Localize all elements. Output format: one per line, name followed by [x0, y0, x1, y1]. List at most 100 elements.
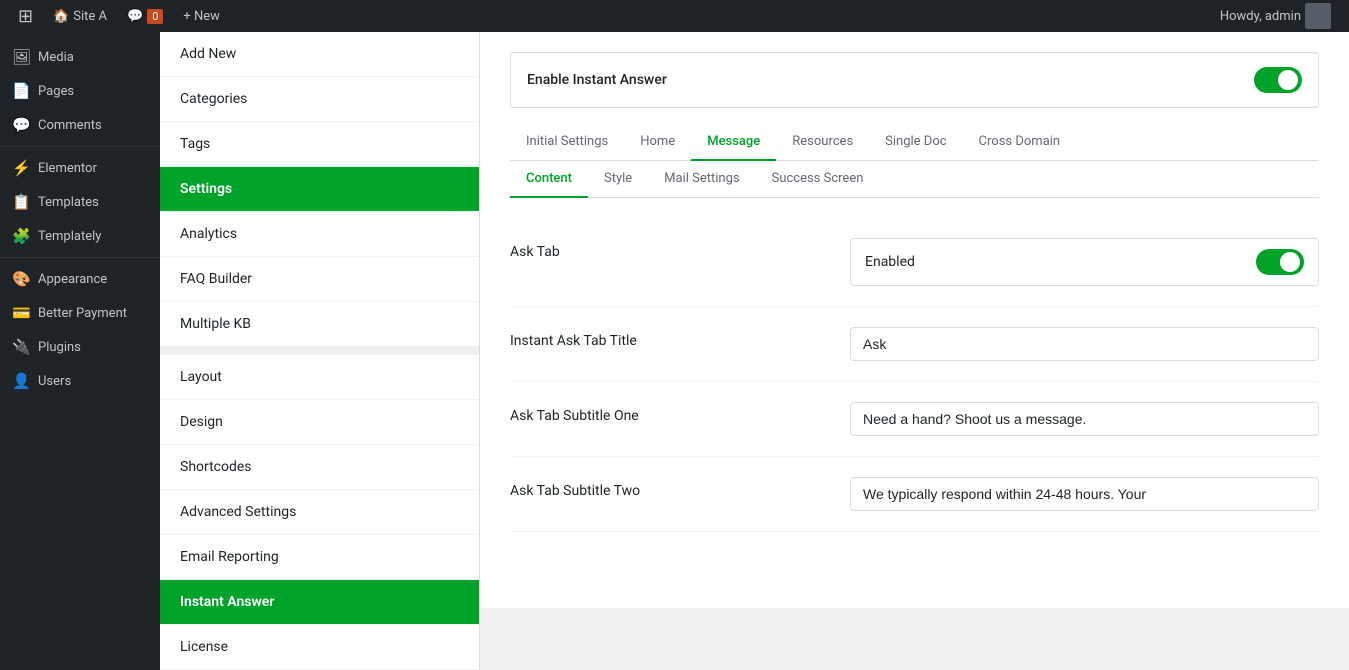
sub-sidebar-email-reporting[interactable]: Email Reporting [160, 535, 479, 580]
sidebar-label-plugins: Plugins [38, 340, 81, 355]
sub-sidebar-add-new[interactable]: Add New [160, 32, 479, 77]
secondary-tabs: Content Style Mail Settings Success Scre… [510, 161, 1319, 198]
enable-instant-answer-toggle[interactable] [1254, 67, 1302, 93]
enable-instant-answer-row: Enable Instant Answer [510, 52, 1319, 108]
plugins-icon: 🔌 [12, 338, 30, 356]
sidebar-label-media: Media [38, 50, 74, 65]
email-reporting-label: Email Reporting [180, 549, 279, 565]
wp-logo-item[interactable]: ⊞ [8, 0, 43, 32]
ask-tab-toggle-slider [1256, 249, 1304, 275]
sidebar-item-appearance[interactable]: 🎨 Appearance [0, 262, 160, 296]
shortcodes-label: Shortcodes [180, 459, 252, 475]
multiple-kb-label: Multiple KB [180, 316, 251, 332]
instant-ask-tab-title-input[interactable] [850, 327, 1319, 361]
ask-tab-enabled-label: Enabled [865, 254, 915, 270]
license-label: License [180, 639, 228, 655]
sub-sidebar-tags[interactable]: Tags [160, 122, 479, 167]
analytics-label: Analytics [180, 226, 237, 242]
avatar [1305, 3, 1331, 29]
tab-initial-settings[interactable]: Initial Settings [510, 124, 624, 161]
sidebar-item-users[interactable]: 👤 Users [0, 364, 160, 398]
sidebar-separator [0, 146, 160, 147]
sidebar-separator-2 [0, 257, 160, 258]
elementor-icon: ⚡ [12, 159, 30, 177]
ask-tab-subtitle-one-label: Ask Tab Subtitle One [510, 402, 850, 424]
sidebar: 🖼 Media 📄 Pages 💬 Comments ⚡ Elementor 📋… [0, 32, 160, 670]
sidebar-item-media[interactable]: 🖼 Media [0, 40, 160, 74]
sidebar-label-users: Users [38, 374, 71, 389]
sidebar-label-elementor: Elementor [38, 161, 97, 176]
ask-tab-subtitle-one-control [850, 402, 1319, 436]
sidebar-item-comments[interactable]: 💬 Comments [0, 108, 160, 142]
new-item[interactable]: + New [173, 0, 230, 32]
ask-tab-row: Ask Tab Enabled [510, 218, 1319, 307]
tab-mail-settings[interactable]: Mail Settings [648, 161, 755, 198]
sidebar-item-plugins[interactable]: 🔌 Plugins [0, 330, 160, 364]
media-icon: 🖼 [12, 48, 30, 66]
sub-sidebar-shortcodes[interactable]: Shortcodes [160, 445, 479, 490]
ask-tab-subtitle-two-control [850, 477, 1319, 511]
ask-tab-subtitle-one-row: Ask Tab Subtitle One [510, 382, 1319, 457]
add-new-label: Add New [180, 46, 236, 62]
instant-ask-tab-title-row: Instant Ask Tab Title [510, 307, 1319, 382]
sub-sidebar: Add New Categories Tags Settings Analyti… [160, 32, 480, 670]
advanced-settings-label: Advanced Settings [180, 504, 296, 520]
comments-item[interactable]: 💬 0 [117, 0, 173, 32]
tab-home[interactable]: Home [624, 124, 691, 161]
site-name: Site A [73, 9, 107, 24]
sub-sidebar-license[interactable]: License [160, 625, 479, 670]
new-label: + New [183, 9, 220, 24]
sidebar-label-pages: Pages [38, 84, 74, 99]
sub-sidebar-design[interactable]: Design [160, 400, 479, 445]
sidebar-item-elementor[interactable]: ⚡ Elementor [0, 151, 160, 185]
faq-builder-label: FAQ Builder [180, 271, 252, 287]
design-label: Design [180, 414, 223, 430]
comment-icon: 💬 [127, 9, 143, 24]
sidebar-item-templates[interactable]: 📋 Templates [0, 185, 160, 219]
sidebar-item-templately[interactable]: 🧩 Templately [0, 219, 160, 253]
sub-sidebar-categories[interactable]: Categories [160, 77, 479, 122]
ask-tab-subtitle-two-label: Ask Tab Subtitle Two [510, 477, 850, 499]
sub-sidebar-faq-builder[interactable]: FAQ Builder [160, 257, 479, 302]
sub-sidebar-layout[interactable]: Layout [160, 355, 479, 400]
sub-sidebar-advanced-settings[interactable]: Advanced Settings [160, 490, 479, 535]
ask-tab-control: Enabled [850, 238, 1319, 286]
toggle-slider [1254, 67, 1302, 93]
main-content: Enable Instant Answer Initial Settings H… [480, 32, 1349, 670]
ask-tab-subtitle-two-input[interactable] [850, 477, 1319, 511]
instant-ask-tab-title-control [850, 327, 1319, 361]
content-area: Enable Instant Answer Initial Settings H… [480, 32, 1349, 608]
better-payment-icon: 💳 [12, 304, 30, 322]
settings-label: Settings [180, 181, 232, 197]
primary-tabs: Initial Settings Home Message Resources … [510, 124, 1319, 161]
tab-resources[interactable]: Resources [776, 124, 869, 161]
appearance-icon: 🎨 [12, 270, 30, 288]
comment-count: 0 [147, 9, 163, 24]
admin-bar-right: Howdy, admin [1210, 3, 1341, 29]
tab-single-doc[interactable]: Single Doc [869, 124, 962, 161]
tab-message[interactable]: Message [691, 124, 776, 161]
sub-sidebar-settings[interactable]: Settings [160, 167, 479, 212]
sub-sidebar-analytics[interactable]: Analytics [160, 212, 479, 257]
sub-sidebar-multiple-kb[interactable]: Multiple KB [160, 302, 479, 347]
tab-success-screen[interactable]: Success Screen [756, 161, 880, 198]
admin-bar: ⊞ 🏠 Site A 💬 0 + New Howdy, admin [0, 0, 1349, 32]
ask-tab-subtitle-two-row: Ask Tab Subtitle Two [510, 457, 1319, 532]
sidebar-label-templates: Templates [38, 195, 99, 210]
sidebar-item-pages[interactable]: 📄 Pages [0, 74, 160, 108]
ask-tab-toggle[interactable] [1256, 249, 1304, 275]
wp-logo-icon: ⊞ [18, 6, 33, 27]
sub-sidebar-instant-answer[interactable]: Instant Answer [160, 580, 479, 625]
enable-instant-answer-label: Enable Instant Answer [527, 72, 667, 88]
users-icon: 👤 [12, 372, 30, 390]
instant-ask-tab-title-label: Instant Ask Tab Title [510, 327, 850, 349]
sidebar-item-better-payment[interactable]: 💳 Better Payment [0, 296, 160, 330]
tab-content[interactable]: Content [510, 161, 588, 198]
ask-tab-subtitle-one-input[interactable] [850, 402, 1319, 436]
tab-style[interactable]: Style [588, 161, 648, 198]
tab-cross-domain[interactable]: Cross Domain [963, 124, 1077, 161]
categories-label: Categories [180, 91, 247, 107]
site-name-item[interactable]: 🏠 Site A [43, 0, 117, 32]
templates-icon: 📋 [12, 193, 30, 211]
howdy-text: Howdy, admin [1220, 9, 1301, 24]
